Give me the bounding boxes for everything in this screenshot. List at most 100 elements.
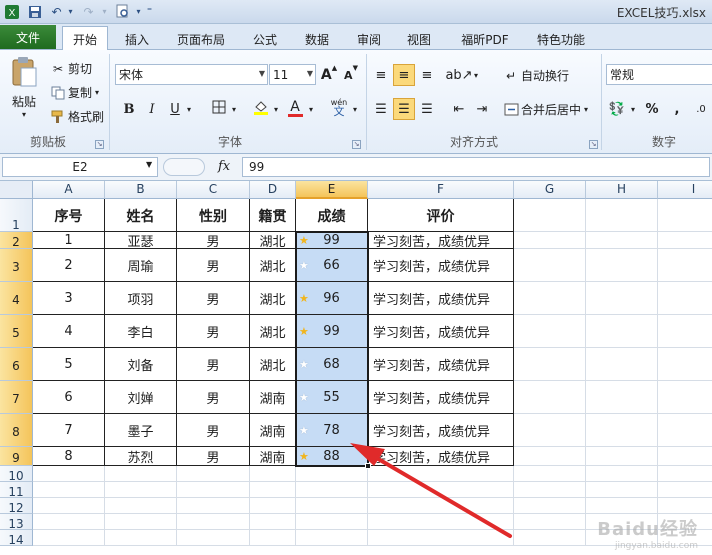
borders-dropdown-icon[interactable]: ▾ [228,98,240,120]
font-color-button[interactable]: A [284,98,306,120]
formula-bar: E2 ▼ fx 99 [0,154,712,181]
increase-decimal-button[interactable]: .0 [690,98,712,120]
paste-dropdown-icon: ▾ [21,110,26,119]
align-center-button[interactable]: ☰ [393,98,415,120]
decrease-indent-button[interactable]: ⇤ [448,98,470,120]
copy-button[interactable]: 复制 ▾ [50,84,99,101]
phonetic-guide-button[interactable]: wén 文 [328,96,350,118]
font-color-dropdown-icon[interactable]: ▾ [305,98,317,120]
align-middle-button[interactable]: ≡ [393,64,415,86]
merge-cells-icon [503,102,519,118]
tab-review[interactable]: 审阅 [348,28,390,50]
ribbon-home: 粘贴 ▾ ✂ 剪切 复制 ▾ 格式刷 剪贴板 ↘ 宋体 ▼ 11 ▼ A ▲ A ▼… [0,50,712,154]
redo-icon[interactable]: ↷ [80,3,97,20]
annotation-arrow [350,443,512,538]
cut-button[interactable]: ✂ 剪切 [50,60,92,77]
caret-up-icon: ▲ [331,64,338,72]
currency-dropdown-icon[interactable]: ▾ [627,98,639,120]
font-name-value: 宋体 [119,68,144,82]
increase-indent-button[interactable]: ⇥ [471,98,493,120]
shrink-font-button[interactable]: A ▼ [340,64,362,86]
font-group-label: 字体 [218,135,243,149]
align-right-button[interactable]: ☰ [416,98,438,120]
font-color-swatch [287,114,303,117]
orientation-button[interactable]: ab↗ [445,64,472,86]
window-title: EXCEL技巧.xlsx [616,6,706,20]
grow-font-button[interactable]: A ▲ [318,64,340,86]
paste-label: 粘贴 [11,95,36,109]
font-size-value: 11 [273,67,289,82]
currency-icon: 💱 [608,101,626,117]
format-painter-label: 格式刷 [68,110,105,124]
align-left-icon: ☰ [375,101,387,117]
undo-dropdown-icon[interactable]: ▾ [62,3,79,20]
paint-bucket-icon [253,99,269,119]
phonetic-dropdown-icon[interactable]: ▾ [349,98,361,120]
shrink-font-icon: A [344,68,353,82]
increase-decimal-icon: .0 [696,103,706,115]
tab-special-features[interactable]: 特色功能 [528,28,594,50]
italic-button[interactable]: I [141,98,163,120]
name-box-dropdown-icon[interactable]: ▼ [146,160,152,169]
svg-text:X: X [8,8,15,19]
watermark: Baidu经验 jingyan.baidu.com [597,515,698,551]
tab-data[interactable]: 数据 [296,28,338,50]
currency-format-button[interactable]: 💱 [606,98,628,120]
percent-button[interactable]: % [641,98,663,120]
align-center-icon: ☰ [398,101,410,117]
save-icon[interactable] [26,3,43,20]
name-box[interactable]: E2 [2,157,158,177]
watermark-brand: Baidu经验 [597,519,698,540]
borders-button[interactable] [208,98,230,120]
tab-home[interactable]: 开始 [62,26,108,51]
fill-color-dropdown-icon[interactable]: ▾ [270,98,282,120]
group-divider [601,54,602,150]
copy-icon [50,85,66,101]
font-name-select[interactable]: 宋体 ▼ [115,64,268,85]
fill-color-button[interactable] [250,98,272,120]
grow-font-icon: A [320,67,332,83]
group-divider [366,54,367,150]
align-bottom-button[interactable]: ≡ [416,64,438,86]
redo-dropdown-icon[interactable]: ▾ [96,3,113,20]
ribbon-tabs: 文件 开始 插入 页面布局 公式 数据 审阅 视图 福昕PDF 特色功能 [0,24,712,51]
tab-foxit-pdf[interactable]: 福昕PDF [452,28,518,50]
align-top-button[interactable]: ≡ [370,64,392,86]
alignment-launcher-icon[interactable]: ↘ [589,140,598,149]
print-preview-icon[interactable] [114,3,131,20]
align-left-button[interactable]: ☰ [370,98,392,120]
tab-formulas[interactable]: 公式 [244,28,286,50]
paste-button[interactable]: 粘贴 ▾ [8,56,40,119]
insert-function-button[interactable]: fx [218,159,230,174]
format-painter-button[interactable]: 格式刷 [50,108,104,125]
clipboard-group-label: 剪贴板 [30,135,67,149]
align-bottom-icon: ≡ [421,67,433,83]
clipboard-launcher-icon[interactable]: ↘ [95,140,104,149]
worksheet-grid[interactable]: ABCDEFGHI 1 2 3 4 5 6 7 8 9 10 11 12 13 14 序号 姓名 性别 籍贯 成绩… [0,181,712,555]
tab-file[interactable]: 文件 [0,25,56,49]
bold-button[interactable]: B [118,98,140,120]
comma-style-button[interactable]: , [666,98,688,120]
copy-label: 复制 [68,86,93,100]
wrap-text-button[interactable]: ↵ 自动换行 [503,67,569,84]
number-group-label: 数字 [652,135,677,149]
paste-icon [9,56,39,91]
customize-toolbar-icon[interactable]: ⁼ [141,3,158,20]
formula-bar-grip-icon[interactable] [163,158,205,176]
scissors-icon: ✂ [52,61,64,76]
merge-center-button[interactable]: 合并后居中 ▾ [503,101,588,118]
tab-view[interactable]: 视图 [398,28,440,50]
font-launcher-icon[interactable]: ↘ [352,140,361,149]
orientation-dropdown-icon[interactable]: ▾ [470,64,482,86]
group-divider [109,54,110,150]
font-size-select[interactable]: 11 ▼ [269,64,316,85]
borders-icon [212,100,226,118]
tab-page-layout[interactable]: 页面布局 [168,28,234,50]
number-format-select[interactable]: 常规 [606,64,712,85]
tab-insert[interactable]: 插入 [116,28,158,50]
formula-input[interactable]: 99 [242,157,710,177]
font-color-icon: A [290,99,300,115]
caret-down-icon: ▼ [352,64,358,72]
cut-label: 剪切 [68,62,93,76]
underline-dropdown-icon[interactable]: ▾ [183,98,195,120]
